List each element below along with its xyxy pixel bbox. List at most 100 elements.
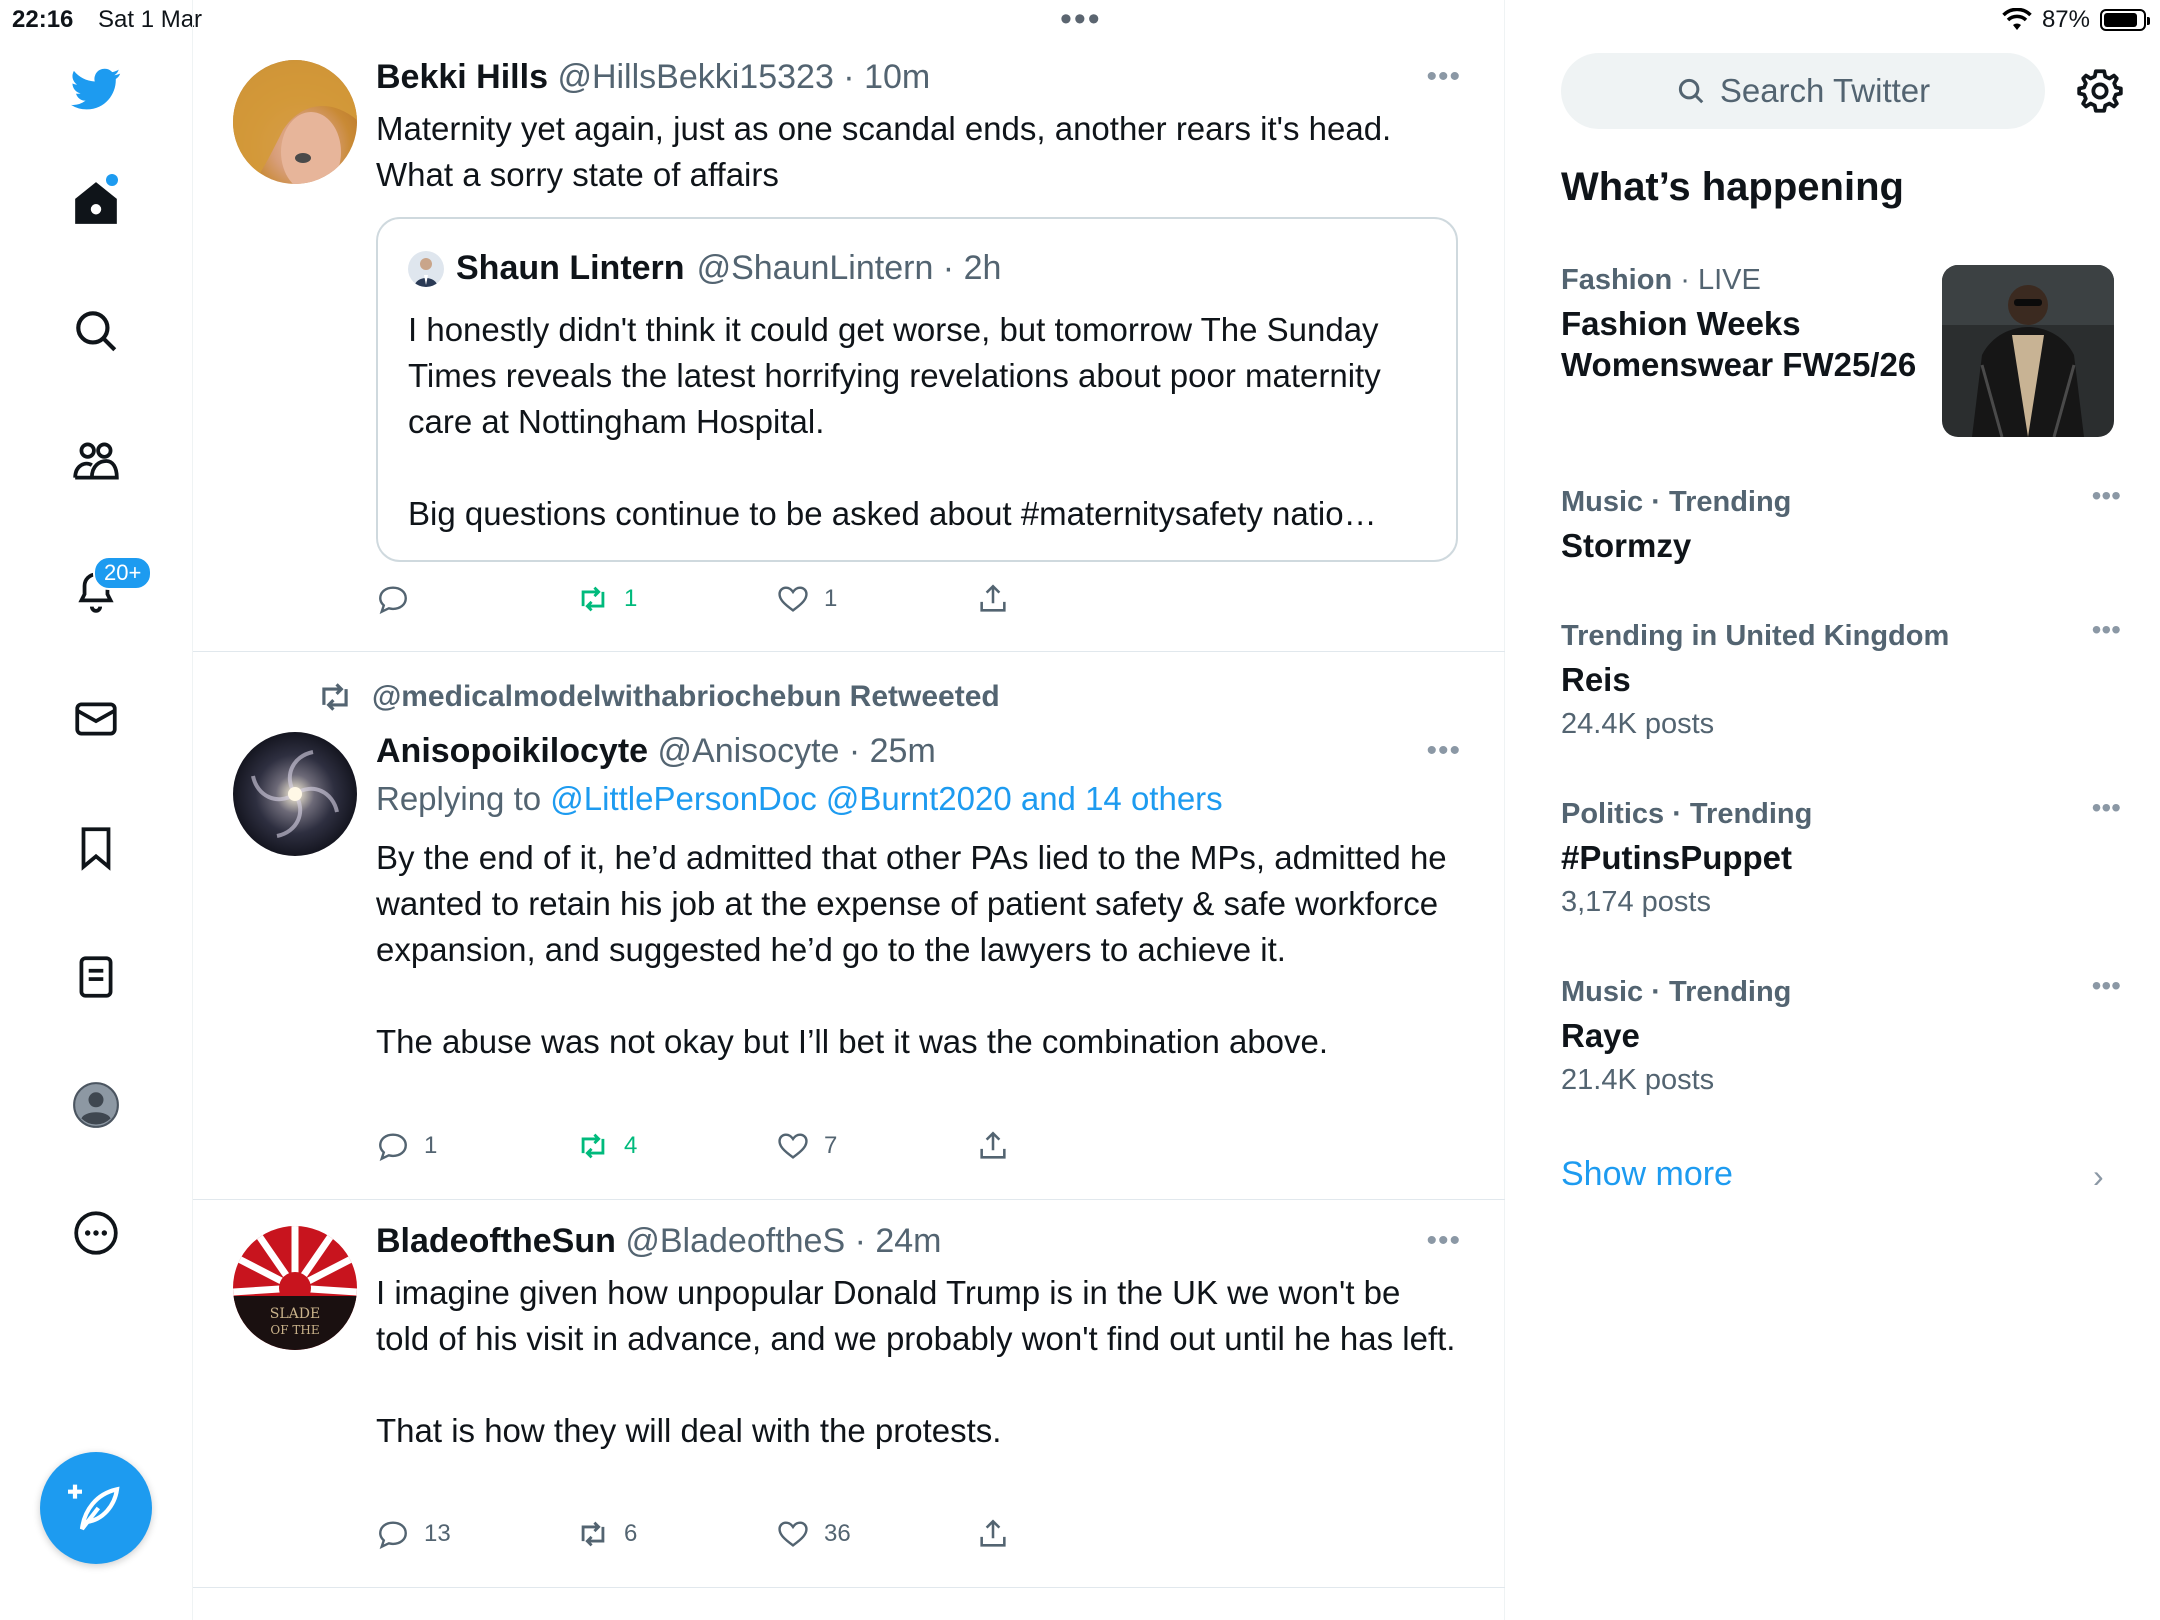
- tweet-card[interactable]: @medicalmodelwithabriochebun Retweeted A…: [193, 652, 1505, 1200]
- replying-to-users-link[interactable]: @LittlePersonDoc @Burnt2020 and 14 other…: [550, 780, 1222, 817]
- trend-name: Raye: [1561, 1017, 1640, 1054]
- trend-name: Stormzy: [1561, 527, 1692, 564]
- feather-plus-icon: [68, 1484, 120, 1531]
- author-handle[interactable]: @Anisocyte · 25m: [658, 732, 936, 770]
- trend-item[interactable]: Trending in United Kingdom Reis 24.4K po…: [1561, 614, 2121, 741]
- nav-profile[interactable]: [55, 1064, 137, 1146]
- nav-explore[interactable]: [55, 290, 137, 372]
- quote-text: I honestly didn't think it could get wor…: [408, 311, 1381, 532]
- share-icon: [980, 1131, 1006, 1159]
- reply-button[interactable]: 13: [376, 1517, 451, 1551]
- gear-icon[interactable]: [2075, 66, 2125, 116]
- tweet-more-icon[interactable]: •••: [1426, 60, 1461, 94]
- retweet-button[interactable]: 1: [576, 582, 637, 616]
- author-name[interactable]: Bekki Hills: [376, 58, 548, 96]
- trend-more-icon[interactable]: •••: [2092, 970, 2121, 1002]
- share-button[interactable]: [976, 582, 1010, 616]
- reply-button[interactable]: [376, 582, 424, 616]
- avatar[interactable]: [233, 60, 357, 184]
- quote-avatar: [408, 250, 444, 287]
- tweet-more-icon[interactable]: •••: [1426, 734, 1461, 768]
- trend-more-icon[interactable]: •••: [2092, 614, 2121, 646]
- like-count: 7: [824, 1132, 838, 1159]
- reply-icon: [379, 1521, 407, 1550]
- tweet-header: Anisopoikilocyte @Anisocyte · 25m: [376, 732, 936, 771]
- home-unread-dot: [106, 174, 118, 186]
- search-icon: [1678, 78, 1704, 104]
- author-handle[interactable]: @HillsBekki15323 · 10m: [557, 58, 930, 96]
- nav-home[interactable]: [55, 162, 137, 244]
- share-icon: [980, 1519, 1006, 1547]
- share-button[interactable]: [976, 1517, 1010, 1551]
- like-button[interactable]: 36: [776, 1517, 851, 1551]
- reply-count: 13: [424, 1520, 451, 1547]
- share-button[interactable]: [976, 1129, 1010, 1163]
- author-name[interactable]: BladeoftheSun: [376, 1222, 616, 1260]
- trend-posts: 3,174 posts: [1561, 886, 1711, 918]
- compose-tweet-button[interactable]: [40, 1452, 152, 1564]
- tweet-actions: 1 1: [376, 582, 1276, 622]
- trend-name: Reis: [1561, 661, 1631, 698]
- tweet-text: By the end of it, he’d admitted that oth…: [376, 839, 1447, 1060]
- retweet-count: 4: [624, 1132, 638, 1159]
- retweeted-banner[interactable]: @medicalmodelwithabriochebun Retweeted: [316, 678, 1000, 716]
- trend-thumbnail[interactable]: [1942, 265, 2114, 437]
- retweet-button[interactable]: 4: [576, 1129, 637, 1163]
- nav-more[interactable]: [55, 1192, 137, 1274]
- trend-category: Music · Trending: [1561, 486, 1792, 518]
- reply-icon: [379, 586, 407, 615]
- like-button[interactable]: 1: [776, 582, 837, 616]
- timeline[interactable]: Bekki Hills @HillsBekki15323 · 10m ••• M…: [193, 0, 1694, 1620]
- search-input[interactable]: Search Twitter: [1561, 53, 2045, 129]
- reply-icon: [379, 1133, 407, 1162]
- tweet-text: Maternity yet again, just as one scandal…: [376, 110, 1392, 193]
- trend-posts: 21.4K posts: [1561, 1064, 1715, 1096]
- avatar[interactable]: SLADE OF THE: [233, 1226, 357, 1350]
- whats-happening-title: What’s happening: [1561, 165, 1904, 209]
- author-name[interactable]: Anisopoikilocyte: [376, 732, 648, 770]
- lists-icon: [79, 956, 113, 998]
- like-count: 1: [824, 585, 838, 612]
- trend-item[interactable]: Politics · Trending #PutinsPuppet 3,174 …: [1561, 792, 2121, 919]
- quote-tweet[interactable]: Shaun Lintern @ShaunLintern · 2h I hones…: [376, 217, 1458, 562]
- nav-messages[interactable]: [55, 678, 137, 760]
- nav-lists[interactable]: [55, 936, 137, 1018]
- heart-icon: [778, 1133, 808, 1159]
- tweet-actions: 1 4 7: [376, 1129, 1276, 1169]
- search-icon: [76, 311, 117, 352]
- tweet-more-icon[interactable]: •••: [1426, 1224, 1461, 1258]
- more-circle-icon: [74, 1211, 118, 1255]
- like-button[interactable]: 7: [776, 1129, 837, 1163]
- retweet-icon: [581, 1133, 605, 1159]
- avatar[interactable]: [233, 732, 357, 856]
- trend-more-icon[interactable]: •••: [2092, 480, 2121, 512]
- tweet-card[interactable]: SLADE OF THE BladeoftheSun @BladeoftheS ·…: [193, 1200, 1505, 1588]
- quote-header: Shaun Lintern @ShaunLintern · 2h: [408, 249, 1001, 288]
- retweet-count: 6: [624, 1520, 638, 1547]
- heart-icon: [778, 1521, 808, 1547]
- trend-category-label: Fashion: [1561, 264, 1673, 296]
- retweet-count: 1: [624, 585, 638, 612]
- author-handle[interactable]: @BladeoftheS · 24m: [625, 1222, 941, 1260]
- bookmark-icon: [81, 827, 111, 871]
- trend-name: Fashion Weeks Womenswear FW25/26: [1561, 305, 1917, 383]
- retweet-icon: [581, 1521, 605, 1547]
- communities-icon: [73, 442, 119, 480]
- nav-communities[interactable]: [55, 420, 137, 502]
- trend-more-icon[interactable]: •••: [2092, 792, 2121, 824]
- tweet-header: Bekki Hills @HillsBekki15323 · 10m: [376, 58, 930, 97]
- tweet-card[interactable]: Bekki Hills @HillsBekki15323 · 10m ••• M…: [193, 0, 1505, 652]
- trend-category: Politics · Trending: [1561, 798, 1813, 830]
- nav-bookmarks[interactable]: [55, 807, 137, 889]
- share-icon: [980, 584, 1006, 612]
- show-more-link[interactable]: Show more: [1561, 1155, 1733, 1194]
- right-sidebar: Search Twitter What’s happening Fashion …: [1505, 0, 2160, 1620]
- sidebar-nav: 20+: [0, 0, 193, 1620]
- trend-item[interactable]: Music · Trending Stormzy •••: [1561, 480, 2121, 566]
- retweet-button[interactable]: 6: [576, 1517, 637, 1551]
- notifications-badge: 20+: [93, 556, 153, 590]
- trend-name: #PutinsPuppet: [1561, 839, 1793, 876]
- trend-item[interactable]: Music · Trending Raye 21.4K posts •••: [1561, 970, 2121, 1097]
- twitter-logo-icon[interactable]: [55, 48, 137, 130]
- reply-button[interactable]: 1: [376, 1129, 437, 1163]
